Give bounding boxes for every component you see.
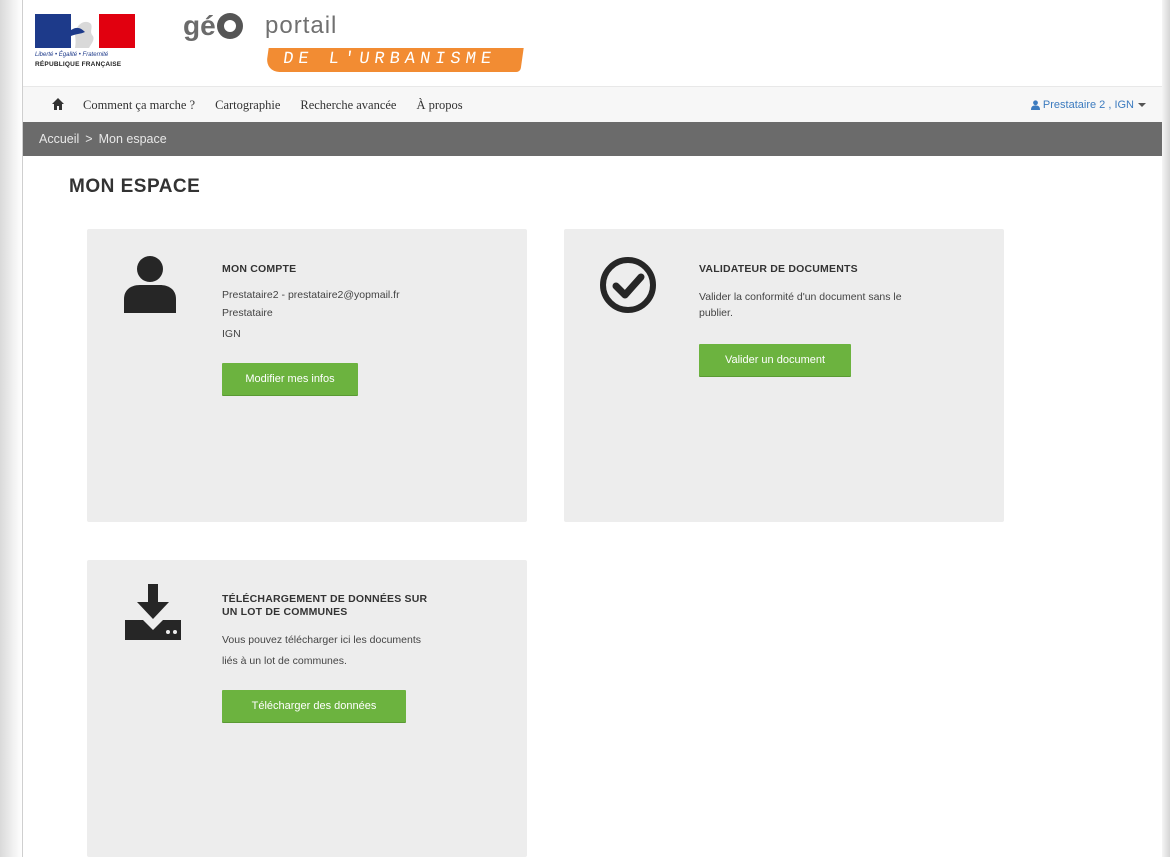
republique-francaise-label: RÉPUBLIQUE FRANÇAISE [35,61,122,68]
breadcrumb-separator: > [85,132,93,146]
logo-portail: portail [265,12,338,39]
user-menu[interactable]: Prestataire 2 , IGN [1030,87,1146,123]
logo-ge: gé [183,10,243,42]
validator-card: VALIDATEUR DE DOCUMENTS Valider la confo… [564,229,1004,522]
download-card: TÉLÉCHARGEMENT DE DONNÉES SUR UN LOT DE … [87,560,527,857]
download-data-button[interactable]: Télécharger des données [222,690,406,722]
marianne-profile-icon [71,21,94,48]
breadcrumb-home-link[interactable]: Accueil [39,132,79,146]
breadcrumb-current: Mon espace [98,132,167,146]
validator-card-title: VALIDATEUR DE DOCUMENTS [699,263,858,275]
main-nav: Comment ça marche ? Cartographie Recherc… [23,86,1162,124]
user-silhouette-icon [124,256,176,313]
nav-item-cartographie[interactable]: Cartographie [215,98,280,113]
check-circle-icon [600,257,656,313]
account-card: MON COMPTE Prestataire2 - prestataire2@y… [87,229,527,522]
account-organisation: IGN [222,328,241,340]
chevron-down-icon [1138,103,1146,107]
marianne-devise: Liberté • Égalité • Fraternité [35,52,109,58]
download-card-title-line2: UN LOT DE COMMUNES [222,606,348,618]
download-card-title-line1: TÉLÉCHARGEMENT DE DONNÉES SUR [222,593,428,605]
account-role: Prestataire [222,307,273,319]
french-flag [35,14,135,48]
marianne-logo[interactable]: Liberté • Égalité • Fraternité RÉPUBLIQU… [35,14,135,76]
nav-item-comment-ca-marche[interactable]: Comment ça marche ? [83,98,195,113]
logo-urbanisme-banner: DE L'URBANISME [265,48,524,72]
validate-document-button[interactable]: Valider un document [699,344,851,376]
window-left-border [0,0,23,857]
nav-item-a-propos[interactable]: À propos [416,98,462,113]
account-name-email: Prestataire2 - prestataire2@yopmail.fr [222,289,400,301]
breadcrumb: Accueil > Mon espace [23,122,1162,156]
home-icon[interactable] [51,97,65,111]
download-icon [125,584,181,640]
geoportail-urbanisme-logo[interactable]: gé portail DE L'URBANISME [183,10,524,76]
validator-description-line2: publier. [699,307,733,319]
edit-info-button[interactable]: Modifier mes infos [222,363,358,395]
nav-item-recherche-avancee[interactable]: Recherche avancée [300,98,396,113]
logo-o-circle-icon [216,13,243,39]
download-description-line2: liés à un lot de communes. [222,655,347,667]
window-right-border [1162,0,1170,857]
page: Liberté • Égalité • Fraternité RÉPUBLIQU… [23,0,1162,857]
page-title: MON ESPACE [69,176,201,197]
user-menu-label: Prestataire 2 , IGN [1042,99,1134,111]
user-icon [1030,100,1040,110]
nav-links: Comment ça marche ? Cartographie Recherc… [83,87,483,123]
account-card-title: MON COMPTE [222,263,297,275]
header: Liberté • Égalité • Fraternité RÉPUBLIQU… [23,0,1162,86]
download-description-line1: Vous pouvez télécharger ici les document… [222,634,422,646]
validator-description-line1: Valider la conformité d'un document sans… [699,291,902,303]
